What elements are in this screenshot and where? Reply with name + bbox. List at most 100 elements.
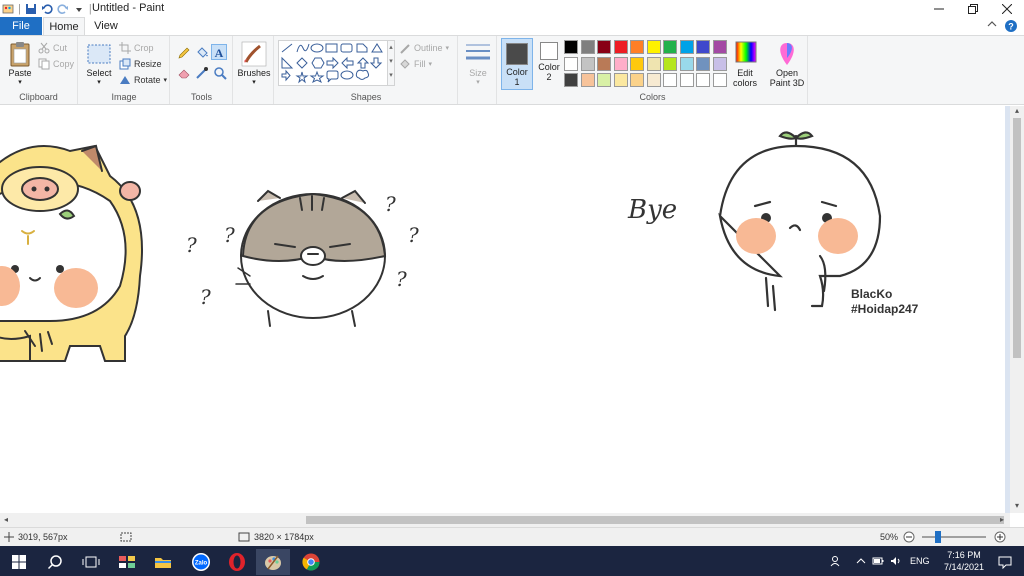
palette-swatch[interactable] bbox=[712, 40, 727, 54]
undo-icon[interactable] bbox=[41, 3, 53, 15]
resize-button[interactable]: Resize bbox=[119, 58, 162, 70]
palette-swatch[interactable] bbox=[696, 73, 710, 87]
palette-swatch[interactable] bbox=[597, 73, 611, 87]
crop-button[interactable]: Crop bbox=[119, 42, 154, 54]
palette-swatch[interactable] bbox=[679, 40, 694, 54]
palette-swatch[interactable] bbox=[663, 73, 677, 87]
palette-swatch[interactable] bbox=[663, 56, 677, 71]
taskbar-app-store[interactable] bbox=[110, 549, 144, 575]
paste-button[interactable]: Paste ▾ bbox=[4, 40, 36, 86]
palette-swatch[interactable] bbox=[663, 40, 677, 54]
volume-icon[interactable] bbox=[890, 556, 902, 566]
palette-swatch[interactable] bbox=[613, 56, 628, 71]
zoom-in-button[interactable] bbox=[994, 528, 1006, 546]
brushes-button[interactable]: Brushes ▾ bbox=[236, 40, 272, 86]
horizontal-scroll-thumb[interactable] bbox=[306, 516, 1004, 524]
palette-swatch[interactable] bbox=[630, 56, 644, 71]
palette-swatch[interactable] bbox=[696, 56, 710, 71]
palette-swatch[interactable] bbox=[597, 56, 611, 71]
minimize-button[interactable] bbox=[922, 0, 956, 17]
close-button[interactable] bbox=[990, 0, 1024, 17]
brushes-dropdown-icon[interactable]: ▾ bbox=[236, 78, 272, 86]
fill-button[interactable]: Fill ▾ bbox=[399, 58, 432, 70]
palette-swatch[interactable] bbox=[597, 40, 611, 54]
drawing-canvas[interactable]: ? ? ? ? ? ? Bye BlacKo #Hoidap247 bbox=[0, 106, 1005, 513]
palette-swatch[interactable] bbox=[613, 73, 628, 87]
pencil-icon[interactable] bbox=[177, 46, 191, 60]
rotate-dropdown-icon: ▾ bbox=[163, 77, 168, 84]
palette-swatch[interactable] bbox=[679, 56, 694, 71]
palette-swatch[interactable] bbox=[696, 40, 710, 54]
scroll-right-icon[interactable]: ▸ bbox=[996, 513, 1008, 527]
help-button[interactable]: ? bbox=[998, 17, 1024, 35]
fill-bucket-icon[interactable] bbox=[195, 46, 209, 60]
tab-view[interactable]: View bbox=[87, 17, 125, 35]
notifications-button[interactable] bbox=[988, 549, 1022, 575]
palette-swatch[interactable] bbox=[564, 56, 578, 71]
tab-home[interactable]: Home bbox=[43, 17, 85, 35]
palette-swatch[interactable] bbox=[630, 40, 644, 54]
language-indicator[interactable]: ENG bbox=[910, 556, 930, 566]
taskbar-file-explorer[interactable] bbox=[146, 549, 180, 575]
zoom-slider-thumb[interactable] bbox=[935, 531, 941, 543]
taskbar-chrome[interactable] bbox=[294, 549, 328, 575]
zoom-in-icon bbox=[994, 531, 1006, 543]
color-picker-icon[interactable] bbox=[195, 66, 209, 80]
customize-qa-icon[interactable] bbox=[73, 3, 85, 15]
scroll-down-icon[interactable]: ▾ bbox=[1010, 501, 1024, 513]
clock[interactable]: 7:16 PM 7/14/2021 bbox=[944, 549, 984, 573]
edit-colors-button[interactable]: Edit colors bbox=[730, 40, 760, 88]
shapes-scroll[interactable]: ▴ ▾ ▾ bbox=[387, 40, 395, 86]
paint-app-icon[interactable] bbox=[2, 3, 14, 15]
outline-button[interactable]: Outline ▾ bbox=[399, 42, 449, 54]
scroll-left-icon[interactable]: ◂ bbox=[0, 513, 12, 527]
cut-button[interactable]: Cut bbox=[38, 42, 67, 54]
vertical-scroll-thumb[interactable] bbox=[1013, 118, 1021, 358]
paste-dropdown-icon[interactable]: ▾ bbox=[4, 78, 36, 86]
tab-file[interactable]: File bbox=[0, 17, 42, 35]
magnifier-icon[interactable] bbox=[213, 66, 227, 80]
palette-swatch[interactable] bbox=[679, 73, 694, 87]
palette-swatch[interactable] bbox=[580, 73, 595, 87]
palette-swatch[interactable] bbox=[630, 73, 644, 87]
palette-swatch[interactable] bbox=[646, 56, 661, 71]
text-tool-icon[interactable]: A bbox=[211, 44, 227, 60]
taskbar-opera[interactable] bbox=[220, 549, 254, 575]
task-view-button[interactable] bbox=[74, 549, 108, 575]
save-icon[interactable] bbox=[25, 3, 37, 15]
copy-button[interactable]: Copy bbox=[38, 58, 74, 70]
palette-swatch[interactable] bbox=[712, 56, 727, 71]
palette-swatch[interactable] bbox=[646, 40, 661, 54]
fill-icon bbox=[399, 58, 411, 70]
start-button[interactable] bbox=[2, 549, 36, 575]
color2-selector[interactable]: Color 2 bbox=[535, 38, 563, 90]
select-dropdown-icon[interactable]: ▾ bbox=[83, 78, 115, 86]
palette-swatch[interactable] bbox=[613, 40, 628, 54]
rotate-button[interactable]: Rotate ▾ bbox=[119, 74, 167, 86]
battery-icon[interactable] bbox=[872, 556, 884, 566]
shape-icons[interactable] bbox=[279, 41, 389, 87]
palette-swatch[interactable] bbox=[580, 40, 595, 54]
horizontal-scrollbar[interactable]: ◂ ▸ bbox=[0, 513, 1010, 527]
redo-icon[interactable] bbox=[57, 3, 69, 15]
size-button[interactable]: Size ▾ bbox=[462, 40, 494, 86]
eraser-icon[interactable] bbox=[177, 66, 191, 80]
palette-swatch[interactable] bbox=[580, 56, 595, 71]
people-icon[interactable] bbox=[830, 555, 842, 567]
tray-chevron-up-icon[interactable] bbox=[856, 556, 866, 566]
palette-swatch[interactable] bbox=[564, 40, 578, 54]
palette-swatch[interactable] bbox=[646, 73, 661, 87]
palette-swatch[interactable] bbox=[564, 73, 578, 87]
zoom-slider-track[interactable] bbox=[922, 536, 986, 538]
restore-button[interactable] bbox=[956, 0, 990, 17]
select-button[interactable]: Select ▾ bbox=[83, 40, 115, 86]
taskbar-zalo[interactable]: Zalo bbox=[184, 549, 218, 575]
color1-selector[interactable]: Color 1 bbox=[501, 38, 533, 90]
search-button[interactable] bbox=[38, 549, 72, 575]
vertical-scrollbar[interactable]: ▴ ▾ bbox=[1010, 106, 1024, 513]
open-paint3d-button[interactable]: Open Paint 3D bbox=[768, 40, 806, 88]
palette-swatch[interactable] bbox=[712, 73, 727, 87]
taskbar-paint[interactable] bbox=[256, 549, 290, 575]
scroll-up-icon[interactable]: ▴ bbox=[1010, 106, 1024, 118]
zoom-out-button[interactable] bbox=[903, 528, 915, 546]
